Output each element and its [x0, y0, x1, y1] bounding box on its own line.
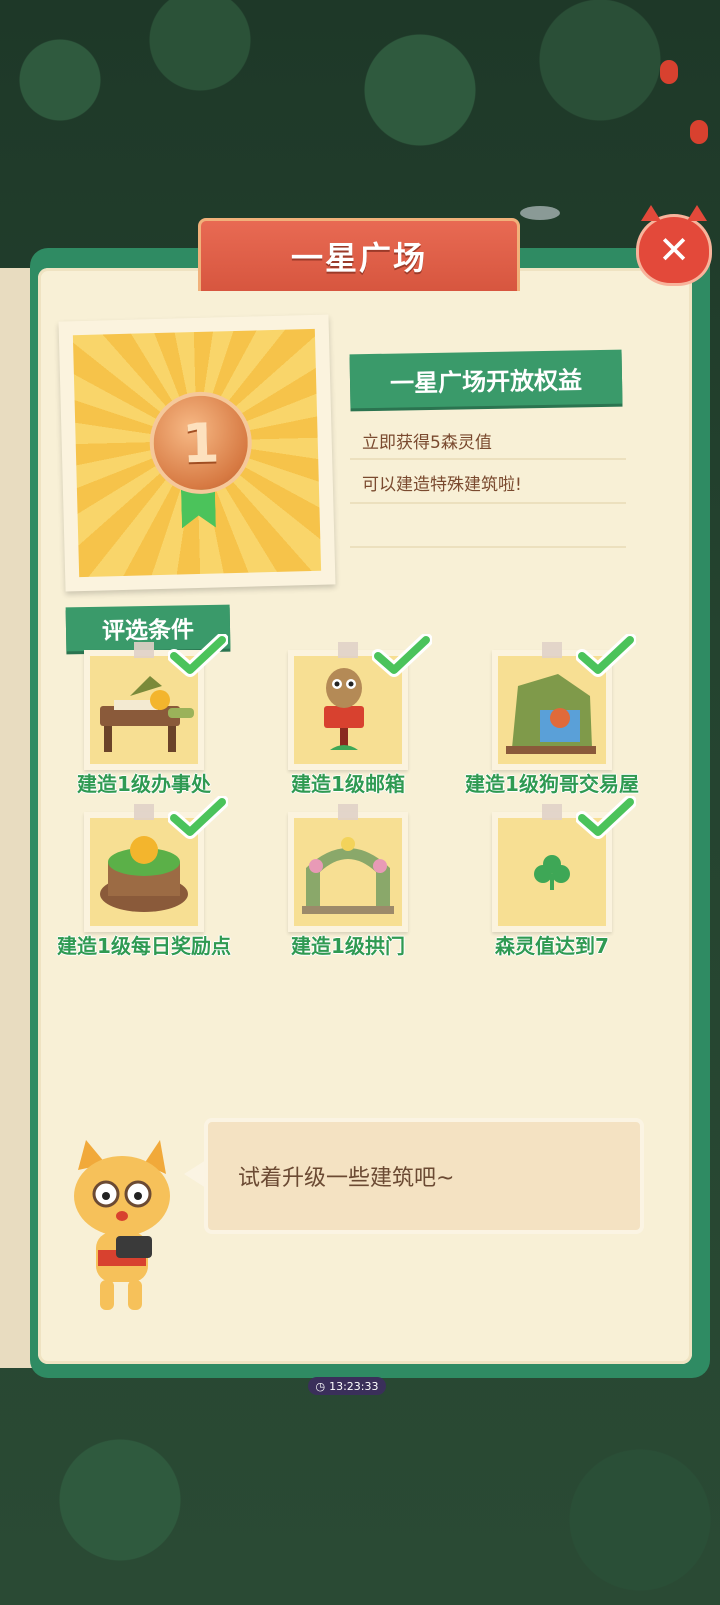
bronze-medal-icon: 1: [148, 390, 254, 496]
timer-text: 13:23:33: [329, 1379, 379, 1393]
check-icon: [372, 634, 432, 677]
clock-icon: ◷: [315, 1379, 326, 1393]
cat-guide-icon: [74, 1140, 170, 1310]
check-icon: [576, 796, 636, 839]
criterion-label: 森灵值达到7: [495, 934, 609, 958]
criterion-card[interactable]: [492, 796, 636, 932]
page-title: 一星广场: [290, 239, 427, 277]
lantern-decoration: [660, 60, 678, 84]
medal-number: 1: [181, 410, 221, 475]
benefit-line-2: 可以建造特殊建筑啦!: [362, 475, 522, 495]
medal-card: 1: [58, 314, 336, 592]
benefits-heading: 一星广场开放权益: [349, 349, 623, 409]
criterion-card[interactable]: [288, 634, 432, 770]
divider: [350, 546, 626, 548]
stone-decoration: [520, 206, 560, 220]
close-icon: ✕: [658, 228, 690, 272]
title-banner: 一星广场: [198, 218, 520, 291]
speech-bubble: 试着升级一些建筑吧~: [204, 1118, 644, 1234]
lantern-decoration: [690, 120, 708, 144]
check-icon: [168, 796, 228, 839]
criterion-label: 建造1级狗哥交易屋: [465, 772, 639, 796]
flower-arch-icon: [294, 818, 402, 926]
criterion-card[interactable]: [84, 796, 228, 932]
check-icon: [576, 634, 636, 677]
divider: [350, 458, 626, 460]
criterion-card[interactable]: [84, 634, 228, 770]
divider: [350, 502, 626, 504]
close-button[interactable]: ✕: [636, 205, 712, 286]
criterion-card[interactable]: [492, 634, 636, 770]
hint-text: 试着升级一些建筑吧~: [238, 1166, 455, 1191]
medal-sunburst: 1: [72, 328, 322, 578]
check-icon: [168, 634, 228, 677]
criterion-card[interactable]: [288, 804, 408, 932]
speech-bubble-tail: [184, 1160, 206, 1188]
event-timer: ◷ 13:23:33: [308, 1377, 386, 1395]
benefit-line-1: 立即获得5森灵值: [362, 433, 492, 453]
